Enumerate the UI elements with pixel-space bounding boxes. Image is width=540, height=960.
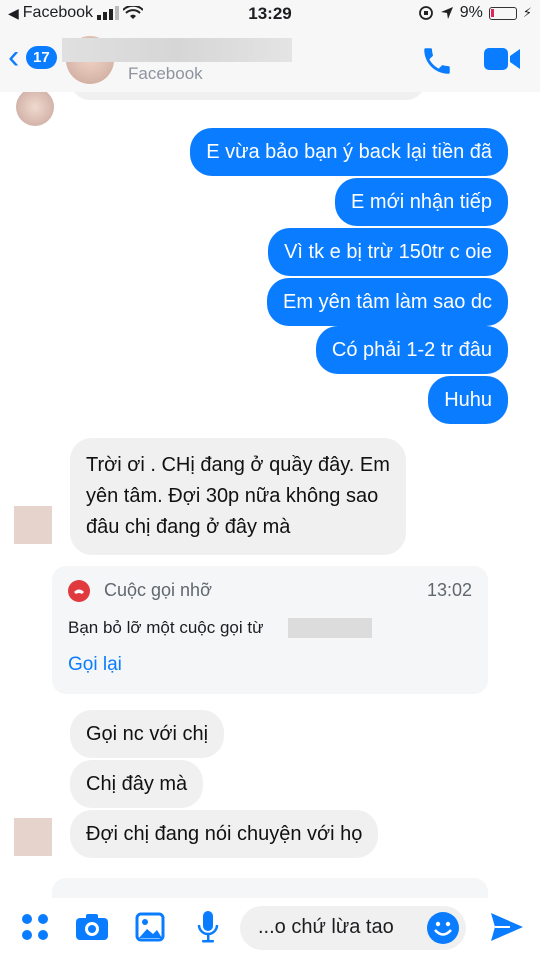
outgoing-message[interactable]: Vì tk e bị trừ 150tr c oie (268, 228, 508, 276)
message-input-text[interactable]: ...o chứ lừa tao (258, 916, 394, 939)
message-line: yên tâm. Đợi 30p nữa không sao (86, 485, 379, 507)
incoming-message[interactable]: Gọi nc với chị (70, 710, 225, 758)
incoming-message[interactable]: Đợi chị đang nói chuyện với họ (70, 810, 379, 858)
incoming-message[interactable]: Trời ơi . CHị đang ở quầy đây. Em yên tâ… (70, 438, 406, 555)
chat-header: ‹ 17 Facebook (0, 28, 540, 92)
camera-icon[interactable] (75, 912, 109, 942)
unread-count-badge[interactable]: 17 (26, 46, 57, 69)
message-input[interactable]: ...o chứ lừa tao (240, 906, 466, 950)
missed-call-card[interactable]: Cuộc gọi nhỡ 13:02 Bạn bỏ lỡ một cuộc gọ… (52, 566, 488, 694)
lock-rotation-icon (418, 6, 433, 20)
missed-call-title: Cuộc gọi nhỡ (104, 580, 212, 600)
caller-name-redacted (288, 618, 372, 638)
sender-avatar (14, 818, 52, 856)
sender-avatar (14, 506, 52, 544)
location-icon (440, 7, 453, 19)
outgoing-message[interactable]: Có phải 1-2 tr đâu (315, 326, 508, 374)
incoming-message[interactable]: Chị đây mà (70, 760, 204, 808)
image-icon[interactable] (135, 912, 165, 942)
outgoing-message[interactable]: Huhu (428, 376, 508, 424)
missed-call-icon (68, 580, 90, 602)
emoji-icon[interactable] (426, 911, 460, 945)
conversation[interactable]: E vừa bảo bạn ý back lại tiền đã E mới n… (0, 92, 540, 898)
status-right: 9% ⚡ (418, 4, 532, 22)
sender-avatar (16, 92, 54, 126)
back-chevron-icon[interactable]: ‹ (8, 40, 19, 74)
status-bar: ◀ Facebook 13:29 9% ⚡ (0, 0, 540, 28)
more-icon[interactable] (20, 912, 50, 942)
charging-icon: ⚡ (522, 5, 532, 20)
missed-call-time: 13:02 (426, 580, 472, 600)
outgoing-message[interactable]: E vừa bảo bạn ý back lại tiền đã (190, 128, 508, 176)
message-line: đâu chị đang ở đây mà (86, 516, 291, 538)
call-back-link[interactable]: Gọi lại (68, 654, 122, 676)
next-card-partial (52, 878, 488, 898)
message-line: Trời ơi . CHị đang ở quầy đây. Em (86, 454, 390, 476)
contact-subtitle: Facebook (128, 64, 203, 83)
outgoing-message[interactable]: Em yên tâm làm sao dc (267, 278, 508, 326)
video-icon[interactable] (483, 44, 521, 74)
send-icon[interactable] (490, 912, 524, 942)
composer-bar: ...o chứ lừa tao (0, 898, 540, 960)
phone-icon[interactable] (420, 44, 454, 78)
previous-message-partial (70, 92, 426, 100)
missed-call-body: Bạn bỏ lỡ một cuộc gọi từ (68, 618, 264, 637)
contact-name-redacted[interactable] (62, 38, 292, 62)
battery-icon (488, 6, 517, 20)
outgoing-message[interactable]: E mới nhận tiếp (335, 178, 508, 226)
battery-percent: 9% (459, 4, 483, 21)
microphone-icon[interactable] (196, 910, 220, 944)
